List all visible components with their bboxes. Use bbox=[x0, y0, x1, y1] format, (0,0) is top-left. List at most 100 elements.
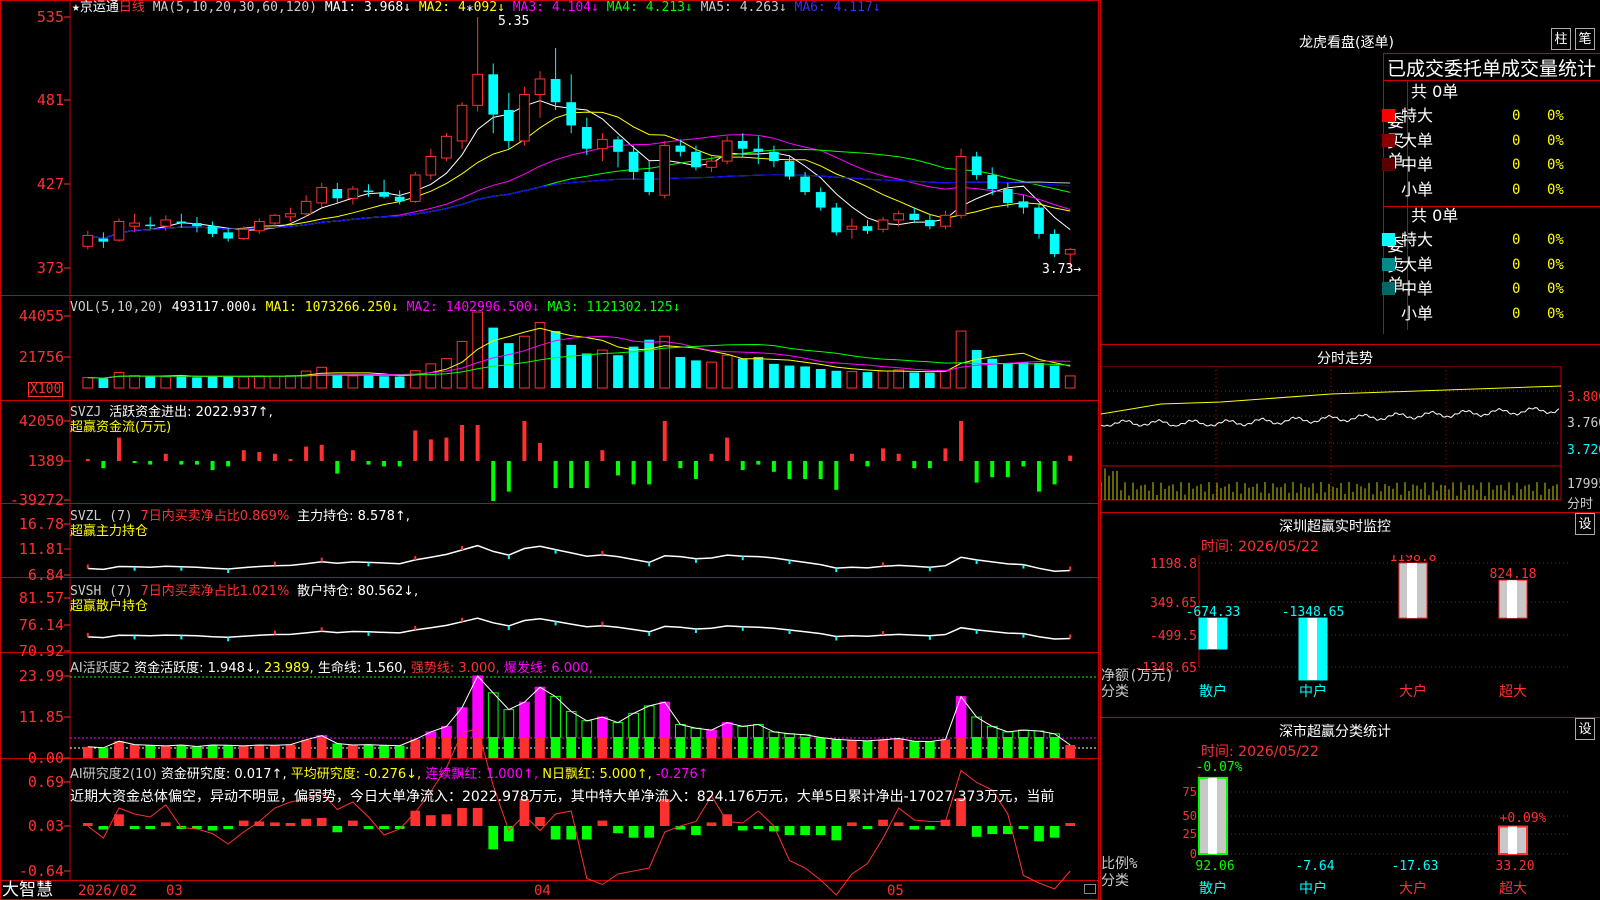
volume-bar[interactable] bbox=[597, 349, 608, 389]
research-bar[interactable] bbox=[363, 826, 374, 829]
flow-bar[interactable] bbox=[444, 437, 449, 461]
activity-bar-top[interactable] bbox=[487, 692, 499, 738]
activity-bar-top[interactable] bbox=[955, 696, 967, 738]
flow-bar[interactable] bbox=[865, 461, 870, 467]
activity-bar[interactable] bbox=[644, 737, 655, 758]
activity-bar[interactable] bbox=[566, 737, 577, 758]
volume-bar[interactable] bbox=[909, 372, 920, 388]
volume-bar[interactable] bbox=[877, 370, 889, 389]
research-bar[interactable] bbox=[441, 814, 452, 826]
detail-view-button[interactable]: 笔 bbox=[1575, 28, 1595, 50]
activity-bar[interactable] bbox=[379, 745, 389, 758]
period-label[interactable]: 日线 bbox=[119, 0, 145, 15]
volume-bar[interactable] bbox=[253, 375, 265, 389]
activity-bar[interactable] bbox=[285, 744, 296, 758]
activity-bar-top[interactable] bbox=[519, 701, 530, 738]
candle-body[interactable] bbox=[1002, 188, 1013, 203]
activity-bar-top[interactable] bbox=[581, 720, 593, 738]
candle-body[interactable] bbox=[550, 78, 561, 103]
activity-bar[interactable] bbox=[82, 746, 93, 758]
activity-bar[interactable] bbox=[987, 737, 998, 758]
activity-bar[interactable] bbox=[363, 744, 374, 758]
flow-bar[interactable] bbox=[241, 450, 246, 461]
candle-body[interactable] bbox=[316, 186, 328, 204]
flow-bar[interactable] bbox=[194, 461, 199, 465]
flow-bar[interactable] bbox=[132, 461, 137, 463]
volume-bar[interactable] bbox=[753, 356, 764, 388]
research-bar[interactable] bbox=[815, 826, 826, 835]
candle-body[interactable] bbox=[82, 234, 94, 247]
activity-bar-top[interactable] bbox=[643, 705, 655, 738]
research-bar[interactable] bbox=[831, 826, 842, 841]
flow-bar[interactable] bbox=[522, 421, 527, 461]
candle-body[interactable] bbox=[597, 138, 608, 150]
flow-bar[interactable] bbox=[959, 421, 964, 461]
activity-bar[interactable] bbox=[769, 737, 779, 758]
volume-bar[interactable] bbox=[332, 374, 343, 388]
activity-bar[interactable] bbox=[815, 737, 826, 758]
activity-bar-top[interactable] bbox=[675, 723, 686, 738]
activity-bar[interactable] bbox=[784, 737, 795, 758]
flow-bar[interactable] bbox=[85, 459, 90, 461]
candle-body[interactable] bbox=[519, 93, 530, 142]
candle-body[interactable] bbox=[394, 196, 405, 202]
flow-bar[interactable] bbox=[553, 461, 558, 488]
candle-body[interactable] bbox=[409, 174, 421, 202]
svsh-panel[interactable] bbox=[86, 617, 1072, 642]
activity-bar[interactable] bbox=[831, 739, 842, 758]
volume-bar[interactable] bbox=[347, 375, 359, 389]
activity-bar[interactable] bbox=[332, 743, 343, 758]
candle-body[interactable] bbox=[269, 214, 281, 224]
flow-bar[interactable] bbox=[413, 430, 418, 461]
research-bar[interactable] bbox=[971, 826, 982, 837]
flow-bar[interactable] bbox=[600, 450, 605, 461]
activity-bar[interactable] bbox=[316, 737, 327, 758]
research-bar[interactable] bbox=[550, 826, 561, 840]
flow-bar[interactable] bbox=[163, 453, 168, 461]
research-bar[interactable] bbox=[285, 823, 296, 826]
flow-bar[interactable] bbox=[257, 452, 262, 461]
volume-bar[interactable] bbox=[1018, 362, 1029, 388]
flow-bar[interactable] bbox=[927, 461, 932, 469]
flow-bar[interactable] bbox=[849, 453, 854, 461]
candle-body[interactable] bbox=[113, 221, 125, 241]
candle-body[interactable] bbox=[129, 222, 140, 227]
flow-bar[interactable] bbox=[1037, 461, 1042, 492]
activity-bar[interactable] bbox=[223, 745, 233, 758]
flow-bar[interactable] bbox=[1052, 461, 1057, 485]
candle-body[interactable] bbox=[488, 74, 499, 115]
research-bar[interactable] bbox=[566, 826, 577, 840]
ai-activity-panel[interactable] bbox=[70, 675, 1098, 758]
candle-body[interactable] bbox=[503, 109, 514, 141]
volume-bar[interactable] bbox=[1034, 362, 1044, 388]
sz-class-settings-button[interactable]: 设 bbox=[1575, 718, 1595, 740]
candle-body[interactable] bbox=[613, 139, 623, 152]
activity-bar[interactable] bbox=[753, 737, 764, 758]
flow-bar[interactable] bbox=[491, 461, 496, 501]
research-bar[interactable] bbox=[488, 826, 499, 850]
flow-bar[interactable] bbox=[460, 425, 465, 461]
research-bar[interactable] bbox=[426, 815, 436, 826]
activity-bar[interactable] bbox=[691, 737, 701, 758]
activity-bar[interactable] bbox=[519, 737, 530, 758]
activity-bar-top[interactable] bbox=[690, 727, 702, 738]
candle-body[interactable] bbox=[800, 176, 810, 193]
flow-bar[interactable] bbox=[1068, 455, 1073, 461]
candle-body[interactable] bbox=[846, 225, 858, 230]
flow-bar[interactable] bbox=[943, 448, 948, 461]
activity-bar-top[interactable] bbox=[737, 725, 749, 738]
volume-bar[interactable] bbox=[176, 375, 187, 388]
activity-bar-top[interactable] bbox=[1002, 731, 1014, 738]
research-bar[interactable] bbox=[862, 826, 873, 829]
volume-bar[interactable] bbox=[691, 360, 701, 388]
activity-bar-top[interactable] bbox=[550, 696, 561, 738]
volume-bar[interactable] bbox=[706, 361, 717, 389]
candle-body[interactable] bbox=[1018, 201, 1029, 208]
volume-bar[interactable] bbox=[394, 376, 405, 388]
activity-bar-top[interactable] bbox=[597, 716, 608, 738]
volume-bar[interactable] bbox=[1002, 363, 1013, 388]
volume-bar[interactable] bbox=[955, 330, 967, 389]
activity-bar[interactable] bbox=[1018, 737, 1029, 758]
candle-body[interactable] bbox=[909, 213, 920, 220]
flow-bar[interactable] bbox=[475, 425, 480, 461]
